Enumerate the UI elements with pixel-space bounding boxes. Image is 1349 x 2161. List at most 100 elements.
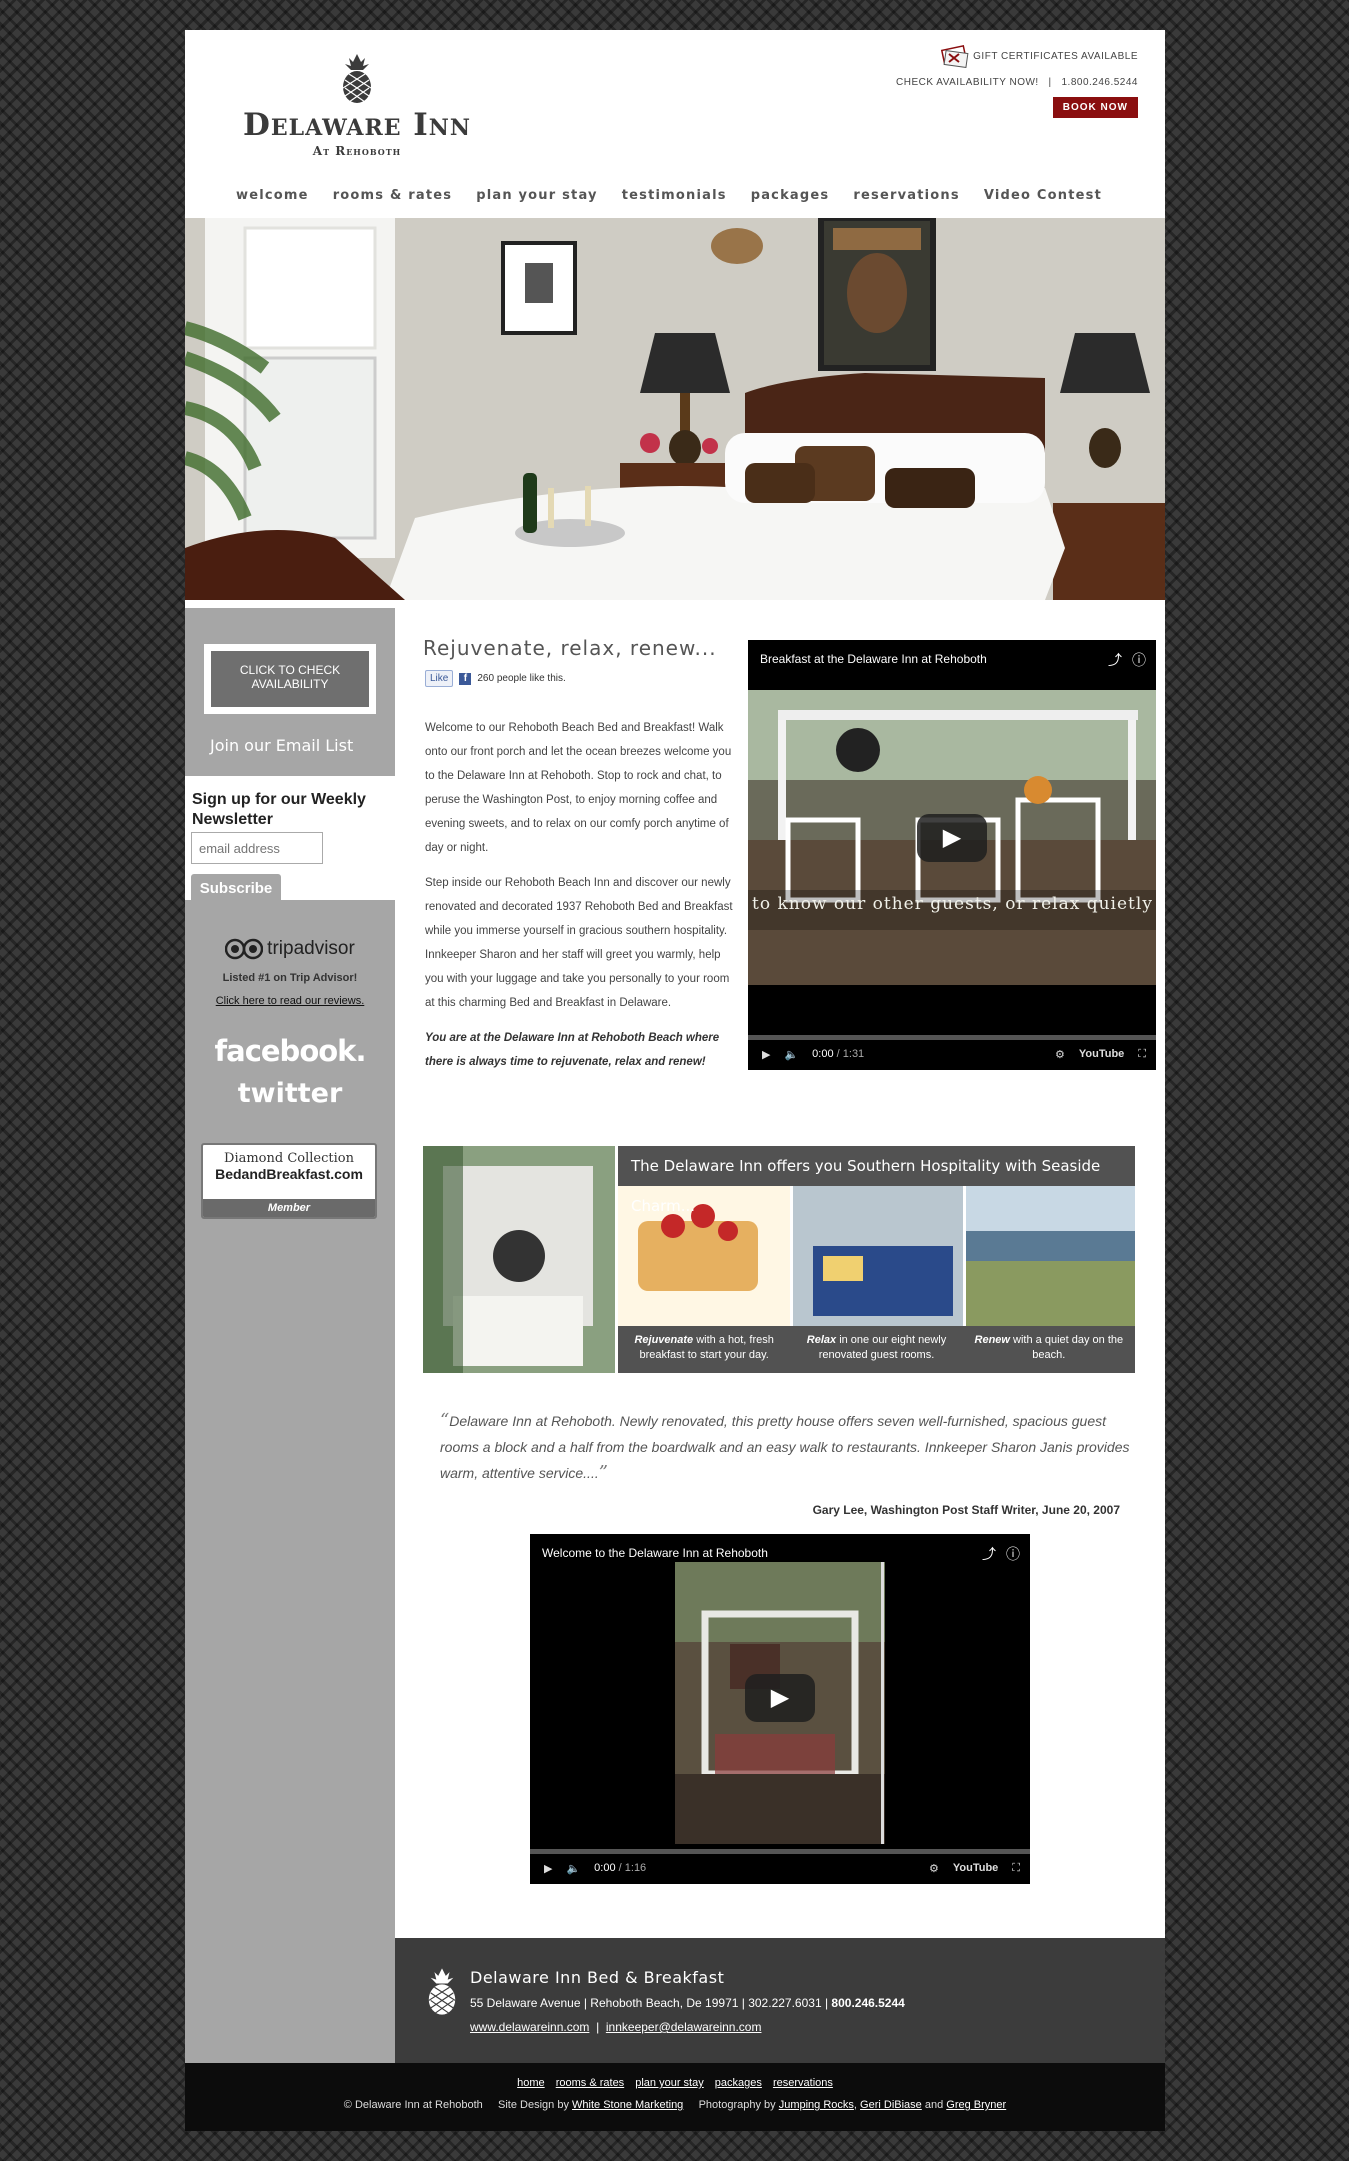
video-progress[interactable] — [748, 1035, 1156, 1040]
separator: | — [1041, 77, 1059, 88]
settings-icon[interactable]: ⚙ — [1055, 1048, 1065, 1061]
facebook-link[interactable]: facebook. — [185, 1034, 395, 1068]
footer-link-plan-your-stay[interactable]: plan your stay — [635, 2077, 703, 2089]
nav-video-contest[interactable]: Video Contest — [984, 188, 1102, 203]
intro-text: Welcome to our Rehoboth Beach Bed and Br… — [425, 716, 733, 1085]
share-icon[interactable]: ⤴ — [982, 1544, 996, 1564]
photographer-link-3[interactable]: Greg Bryner — [946, 2099, 1006, 2111]
intro-paragraph-3: You are at the Delaware Inn at Rehoboth … — [425, 1032, 720, 1068]
phone-number[interactable]: 1.800.246.5244 — [1061, 77, 1138, 88]
twitter-link[interactable]: twitter — [185, 1078, 395, 1109]
play-small-icon[interactable]: ▶ — [544, 1862, 552, 1875]
fullscreen-icon[interactable]: ⛶ — [1012, 1862, 1020, 1875]
info-icon[interactable]: ⓘ — [1132, 650, 1146, 670]
nav-testimonials[interactable]: testimonials — [622, 188, 727, 203]
sidebar: CLICK TO CHECK AVAILABILITY Join our Ema… — [185, 608, 395, 2063]
member-text: Member — [203, 1199, 375, 1217]
video-title: Breakfast at the Delaware Inn at Rehobot… — [760, 652, 987, 666]
book-now-button[interactable]: BOOK NOW — [1052, 97, 1138, 118]
play-button[interactable]: ▶ — [917, 814, 987, 862]
video2-progress[interactable] — [530, 1849, 1030, 1854]
gift-certificate-icon — [941, 44, 969, 68]
quote-attribution: Gary Lee, Washington Post Staff Writer, … — [812, 1503, 1120, 1517]
hero-bedroom-photo — [185, 218, 1165, 600]
diamond-collection-badge[interactable]: Diamond Collection BedandBreakfast.com M… — [201, 1143, 377, 1219]
footer-credits: © Delaware Inn at Rehoboth Site Design b… — [343, 2099, 1007, 2111]
volume-icon[interactable]: 🔈 — [784, 1048, 798, 1061]
tripadvisor-text: tripadvisor — [267, 938, 355, 959]
video-top-icons: ⤴ ⓘ — [1108, 650, 1146, 670]
check-availability-button[interactable]: CLICK TO CHECK AVAILABILITY — [204, 644, 376, 714]
caption-renew: Renew with a quiet day on the beach. — [974, 1334, 1124, 1361]
video-controls: ▶ 🔈 0:00 / 1:31 ⚙ YouTube ⛶ — [762, 1042, 1146, 1066]
header-top-right: GIFT CERTIFICATES AVAILABLE CHECK AVAILA… — [896, 44, 1138, 118]
footer-contact: Delaware Inn Bed & Breakfast 55 Delaware… — [395, 1938, 1165, 2063]
photo-prefix: Photography by — [698, 2099, 776, 2111]
youtube-logo[interactable]: YouTube — [1079, 1048, 1124, 1060]
video2-top-icons: ⤴ ⓘ — [982, 1544, 1020, 1564]
intro-paragraph-1: Welcome to our Rehoboth Beach Bed and Br… — [425, 722, 732, 854]
gift-certificates-text: GIFT CERTIFICATES AVAILABLE — [973, 50, 1138, 62]
designer-link[interactable]: White Stone Marketing — [572, 2099, 683, 2111]
close-quote-mark: ” — [598, 1462, 608, 1483]
footer-link-home[interactable]: home — [517, 2077, 545, 2089]
tripadvisor-reviews-link[interactable]: Click here to read our reviews. — [185, 995, 395, 1007]
tripadvisor-logo[interactable]: tripadvisor — [185, 938, 395, 960]
nav-rooms-rates[interactable]: rooms & rates — [333, 188, 453, 203]
page: Delaware Inn At Rehoboth GIFT CERTIFICAT… — [185, 30, 1165, 2131]
intro-paragraph-2: Step inside our Rehoboth Beach Inn and d… — [425, 877, 733, 1009]
video2-time: 0:00 / 1:16 — [594, 1862, 647, 1874]
nav-packages[interactable]: packages — [751, 188, 830, 203]
separator: | — [592, 2020, 603, 2034]
diamond-collection-text: Diamond Collection — [224, 1151, 354, 1166]
facebook-icon: f — [459, 672, 472, 685]
join-email-list-heading: Join our Email List — [210, 736, 354, 755]
photo-and: and — [924, 2099, 944, 2111]
design-prefix: Site Design by — [498, 2099, 569, 2111]
nav-welcome[interactable]: welcome — [236, 188, 309, 203]
promo-banner: The Delaware Inn offers you Southern Hos… — [423, 1146, 1135, 1373]
video2-controls: ▶ 🔈 0:00 / 1:16 ⚙ YouTube ⛶ — [544, 1856, 1020, 1880]
youtube-logo[interactable]: YouTube — [953, 1862, 998, 1874]
owl-eyes-icon — [225, 938, 264, 960]
pineapple-icon — [342, 54, 372, 103]
email-field[interactable] — [191, 832, 323, 864]
play-button[interactable]: ▶ — [745, 1674, 815, 1722]
website-link[interactable]: www.delawareinn.com — [470, 2020, 589, 2034]
open-quote-mark: “ — [440, 1410, 450, 1431]
footer-contact-links: www.delawareinn.com | innkeeper@delaware… — [470, 2020, 761, 2034]
info-icon[interactable]: ⓘ — [1006, 1544, 1020, 1564]
check-availability-text[interactable]: CHECK AVAILABILITY NOW! — [896, 77, 1039, 88]
email-link[interactable]: innkeeper@delawareinn.com — [606, 2020, 762, 2034]
video2-title: Welcome to the Delaware Inn at Rehoboth — [542, 1546, 768, 1560]
play-small-icon[interactable]: ▶ — [762, 1048, 770, 1061]
fullscreen-icon[interactable]: ⛶ — [1138, 1048, 1146, 1061]
newsletter-signup: Sign up for our Weekly Newsletter Subscr… — [185, 776, 395, 904]
quote-text: Delaware Inn at Rehoboth. Newly renovate… — [440, 1413, 1130, 1481]
nav-plan-your-stay[interactable]: plan your stay — [476, 188, 598, 203]
tripadvisor-block: tripadvisor Listed #1 on Trip Advisor! C… — [185, 938, 395, 1007]
video-welcome[interactable]: Welcome to the Delaware Inn at Rehoboth … — [530, 1534, 1030, 1884]
video-caption: to know our other guests, or relax quiet… — [752, 894, 1153, 914]
photographer-link-1[interactable]: Jumping Rocks — [779, 2099, 854, 2111]
footer-bottom: home rooms & rates plan your stay packag… — [185, 2063, 1165, 2131]
footer-link-rooms-rates[interactable]: rooms & rates — [556, 2077, 624, 2089]
caption-relax: Relax in one our eight newly renovated g… — [806, 1334, 947, 1361]
logo[interactable]: Delaware Inn At Rehoboth — [237, 52, 477, 158]
settings-icon[interactable]: ⚙ — [929, 1862, 939, 1875]
subscribe-button[interactable]: Subscribe — [191, 874, 281, 904]
footer-link-reservations[interactable]: reservations — [773, 2077, 833, 2089]
newsletter-title: Sign up for our Weekly Newsletter — [192, 791, 366, 828]
footer-link-packages[interactable]: packages — [715, 2077, 762, 2089]
share-icon[interactable]: ⤴ — [1108, 650, 1122, 670]
footer-tollfree: 800.246.5244 — [831, 1996, 905, 2010]
logo-name: Delaware Inn — [242, 107, 472, 143]
nav-reservations[interactable]: reservations — [853, 188, 959, 203]
volume-icon[interactable]: 🔈 — [566, 1862, 580, 1875]
caption-rejuvenate: Rejuvenate with a hot, fresh breakfast t… — [634, 1334, 774, 1361]
gift-certificates-link[interactable]: GIFT CERTIFICATES AVAILABLE — [896, 44, 1138, 68]
photographer-link-2[interactable]: Geri DiBiase — [860, 2099, 922, 2111]
video-breakfast[interactable]: Breakfast at the Delaware Inn at Rehobot… — [748, 640, 1156, 1070]
like-count: 260 people like this. — [477, 673, 566, 684]
like-button[interactable]: Like — [425, 670, 454, 687]
